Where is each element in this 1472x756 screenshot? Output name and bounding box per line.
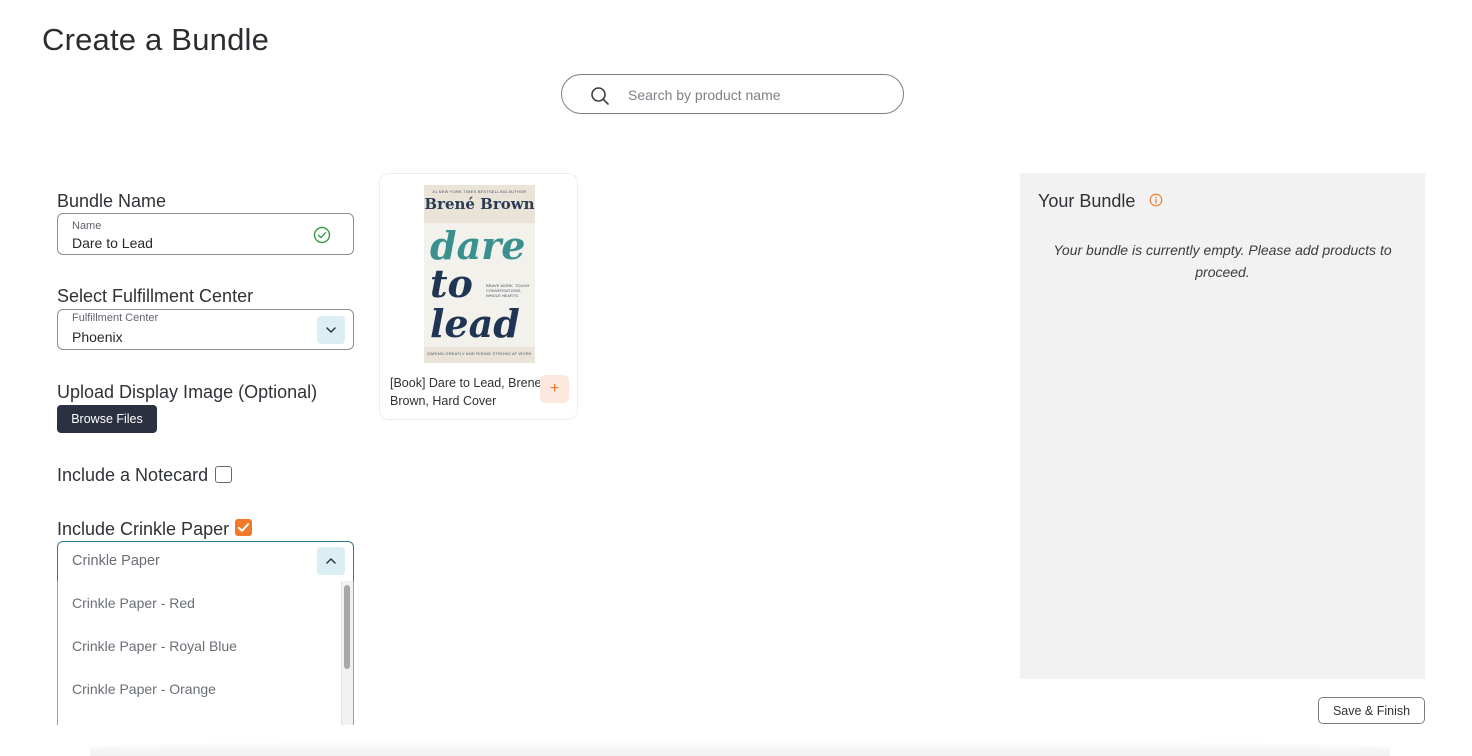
cover-tagline: #1 NEW YORK TIMES BESTSELLING AUTHOR — [432, 189, 527, 194]
page-title: Create a Bundle — [42, 22, 270, 57]
notecard-label: Include a Notecard — [57, 465, 209, 485]
product-name: [Book] Dare to Lead, Brene Brown, Hard C… — [390, 376, 542, 408]
crinkle-paper-dropdown-button[interactable] — [317, 547, 345, 575]
info-icon[interactable] — [1149, 193, 1163, 207]
bundle-name-field-label: Name — [72, 220, 102, 232]
dropdown-option[interactable]: Crinkle Paper - Orange — [72, 681, 216, 697]
cover-author: Brené Brown — [424, 195, 535, 213]
checkmark-icon — [237, 523, 250, 532]
search-bar[interactable] — [561, 74, 904, 114]
search-input[interactable] — [626, 83, 890, 107]
add-product-button[interactable]: + — [540, 375, 569, 403]
crinkle-paper-checkbox[interactable] — [235, 519, 252, 536]
bundle-name-field[interactable]: Name Dare to Lead — [57, 213, 354, 255]
bundle-name-value[interactable]: Dare to Lead — [72, 235, 153, 251]
crinkle-paper-label: Include Crinkle Paper — [57, 519, 230, 539]
check-circle-icon — [313, 226, 331, 244]
notecard-checkbox[interactable] — [215, 466, 232, 483]
fulfillment-center-select[interactable]: Fulfillment Center Phoenix — [57, 309, 354, 350]
crinkle-paper-options-list[interactable]: Crinkle Paper - Red Crinkle Paper - Roya… — [57, 581, 354, 725]
cover-subtitle: BRAVE WORK. TOUGH CONVERSATIONS. WHOLE H… — [486, 283, 530, 298]
product-image: #1 NEW YORK TIMES BESTSELLING AUTHOR Bre… — [424, 185, 535, 363]
crinkle-paper-select[interactable]: Crinkle Paper — [57, 541, 354, 582]
bundle-title: Your Bundle — [1038, 191, 1136, 211]
cover-word: to — [430, 261, 473, 306]
cover-word: dare — [430, 223, 526, 268]
cover-word: lead — [430, 301, 520, 346]
bundle-panel: Your Bundle Your bundle is currently emp… — [1020, 173, 1425, 679]
create-bundle-page: Create a Bundle Bundle Name Name Dare to… — [0, 0, 1472, 756]
product-card[interactable]: #1 NEW YORK TIMES BESTSELLING AUTHOR Bre… — [379, 173, 578, 420]
fulfillment-center-field-label: Fulfillment Center — [72, 312, 159, 324]
chevron-up-icon — [326, 558, 336, 564]
search-icon — [591, 87, 609, 105]
bottom-shadow — [90, 740, 1390, 756]
bundle-empty-message: Your bundle is currently empty. Please a… — [1053, 242, 1392, 280]
dropdown-option[interactable]: Crinkle Paper - Royal Blue — [72, 638, 237, 654]
upload-image-heading: Upload Display Image (Optional) — [57, 382, 318, 402]
crinkle-paper-select-label: Crinkle Paper — [72, 553, 160, 569]
cover-footer-text: DARING GREATLY AND RISING STRONG AT WORK — [427, 351, 532, 356]
fulfillment-center-dropdown-button[interactable] — [317, 316, 345, 344]
fulfillment-center-heading: Select Fulfillment Center — [57, 286, 254, 306]
fulfillment-center-value: Phoenix — [72, 329, 123, 345]
dropdown-option[interactable]: Crinkle Paper - Red — [72, 595, 195, 611]
chevron-down-icon — [326, 327, 336, 333]
dropdown-scrollbar[interactable] — [341, 581, 353, 725]
save-finish-button[interactable]: Save & Finish — [1318, 697, 1425, 724]
browse-files-button[interactable]: Browse Files — [57, 405, 157, 433]
scrollbar-thumb[interactable] — [344, 585, 350, 669]
bundle-name-heading: Bundle Name — [57, 191, 167, 211]
